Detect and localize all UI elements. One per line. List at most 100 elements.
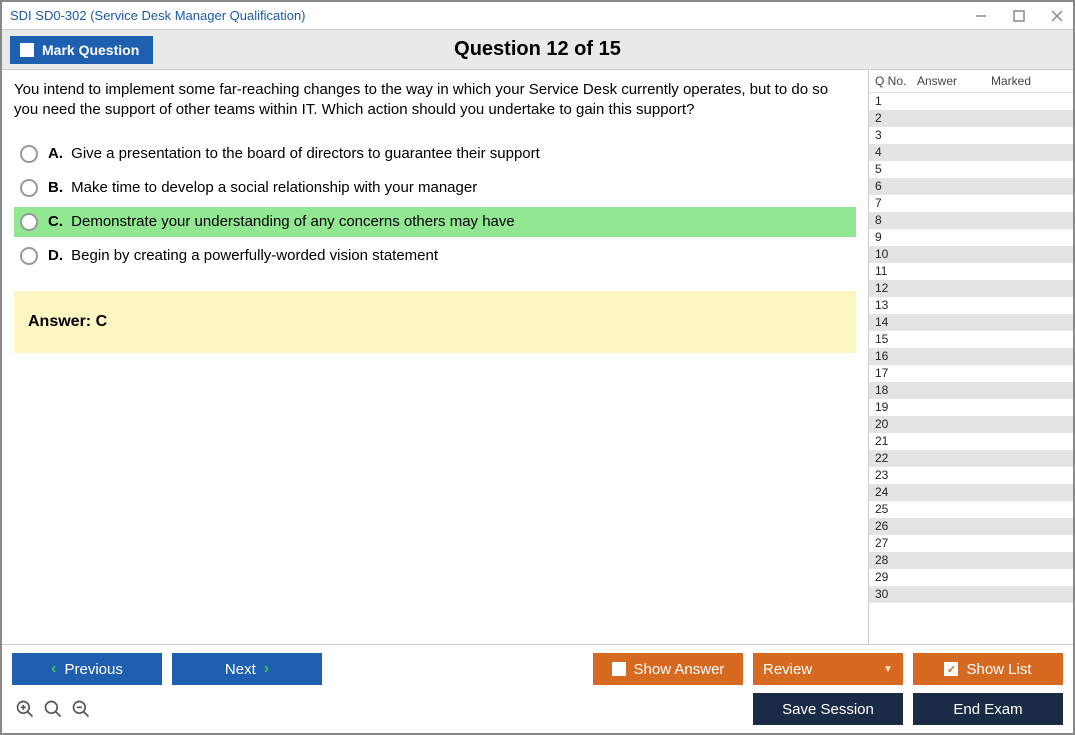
show-list-label: Show List [966, 661, 1031, 678]
question-row[interactable]: 4 [869, 144, 1073, 161]
show-answer-label: Show Answer [634, 661, 725, 678]
previous-label: Previous [64, 661, 122, 678]
checkbox-checked-icon: ✓ [944, 662, 958, 676]
main-area: You intend to implement some far-reachin… [2, 70, 1073, 644]
question-row[interactable]: 10 [869, 246, 1073, 263]
question-row[interactable]: 7 [869, 195, 1073, 212]
radio-icon [20, 179, 38, 197]
radio-icon [20, 247, 38, 265]
question-list[interactable]: 1234567891011121314151617181920212223242… [869, 93, 1073, 644]
option-d[interactable]: D. Begin by creating a powerfully-worded… [14, 241, 856, 271]
question-number: 16 [875, 348, 911, 365]
question-row[interactable]: 6 [869, 178, 1073, 195]
col-answer: Answer [917, 74, 991, 88]
option-b[interactable]: B. Make time to develop a social relatio… [14, 173, 856, 203]
question-row[interactable]: 23 [869, 467, 1073, 484]
zoom-toolbar [12, 698, 92, 720]
question-number: 11 [875, 263, 911, 280]
question-number: 7 [875, 195, 911, 212]
checkbox-icon [612, 662, 626, 676]
question-number: 9 [875, 229, 911, 246]
zoom-reset-icon[interactable] [42, 698, 64, 720]
end-exam-button[interactable]: End Exam [913, 693, 1063, 725]
question-number: 3 [875, 127, 911, 144]
question-row[interactable]: 20 [869, 416, 1073, 433]
mark-question-button[interactable]: Mark Question [10, 36, 153, 64]
chevron-right-icon: › [264, 660, 269, 678]
question-row[interactable]: 13 [869, 297, 1073, 314]
question-row[interactable]: 29 [869, 569, 1073, 586]
chevron-down-icon: ▼ [883, 664, 893, 675]
review-button[interactable]: Review ▼ [753, 653, 903, 685]
question-number: 12 [875, 280, 911, 297]
question-number: 14 [875, 314, 911, 331]
show-list-button[interactable]: ✓ Show List [913, 653, 1063, 685]
next-button[interactable]: Next › [172, 653, 322, 685]
option-letter: A. [48, 145, 63, 162]
question-row[interactable]: 3 [869, 127, 1073, 144]
question-number: 27 [875, 535, 911, 552]
option-text: A. Give a presentation to the board of d… [48, 145, 540, 162]
previous-button[interactable]: ‹ Previous [12, 653, 162, 685]
question-list-sidebar: Q No. Answer Marked 12345678910111213141… [868, 70, 1073, 644]
question-number: 21 [875, 433, 911, 450]
question-number: 19 [875, 399, 911, 416]
options-list: A. Give a presentation to the board of d… [14, 139, 856, 271]
show-answer-button[interactable]: Show Answer [593, 653, 743, 685]
question-row[interactable]: 22 [869, 450, 1073, 467]
zoom-out-icon[interactable] [70, 698, 92, 720]
question-number: 26 [875, 518, 911, 535]
question-number: 17 [875, 365, 911, 382]
question-row[interactable]: 24 [869, 484, 1073, 501]
question-row[interactable]: 28 [869, 552, 1073, 569]
question-number: 22 [875, 450, 911, 467]
question-row[interactable]: 21 [869, 433, 1073, 450]
window-title: SDI SD0-302 (Service Desk Manager Qualif… [10, 8, 306, 23]
question-row[interactable]: 16 [869, 348, 1073, 365]
question-number: 20 [875, 416, 911, 433]
question-row[interactable]: 1 [869, 93, 1073, 110]
question-number: 4 [875, 144, 911, 161]
close-icon[interactable] [1049, 8, 1065, 24]
zoom-in-icon[interactable] [14, 698, 36, 720]
end-exam-label: End Exam [953, 701, 1022, 718]
question-row[interactable]: 25 [869, 501, 1073, 518]
question-row[interactable]: 2 [869, 110, 1073, 127]
question-row[interactable]: 27 [869, 535, 1073, 552]
question-number: 28 [875, 552, 911, 569]
option-text: C. Demonstrate your understanding of any… [48, 213, 515, 230]
review-label: Review [763, 661, 812, 678]
question-row[interactable]: 9 [869, 229, 1073, 246]
save-session-label: Save Session [782, 701, 874, 718]
col-marked: Marked [991, 74, 1067, 88]
footer-row-2: Save Session End Exam [12, 693, 1063, 725]
question-row[interactable]: 8 [869, 212, 1073, 229]
question-row[interactable]: 19 [869, 399, 1073, 416]
next-label: Next [225, 661, 256, 678]
minimize-icon[interactable] [973, 8, 989, 24]
question-text: You intend to implement some far-reachin… [14, 80, 856, 121]
question-number: 13 [875, 297, 911, 314]
question-row[interactable]: 15 [869, 331, 1073, 348]
question-number: 25 [875, 501, 911, 518]
footer: ‹ Previous Next › Show Answer Review ▼ ✓… [2, 644, 1073, 733]
question-row[interactable]: 12 [869, 280, 1073, 297]
option-c[interactable]: C. Demonstrate your understanding of any… [14, 207, 856, 237]
question-row[interactable]: 17 [869, 365, 1073, 382]
question-row[interactable]: 26 [869, 518, 1073, 535]
question-row[interactable]: 11 [869, 263, 1073, 280]
question-row[interactable]: 5 [869, 161, 1073, 178]
option-a[interactable]: A. Give a presentation to the board of d… [14, 139, 856, 169]
save-session-button[interactable]: Save Session [753, 693, 903, 725]
header-bar: Mark Question Question 12 of 15 [2, 30, 1073, 70]
answer-box: Answer: C [14, 291, 856, 353]
question-row[interactable]: 14 [869, 314, 1073, 331]
maximize-icon[interactable] [1011, 8, 1027, 24]
question-number: 18 [875, 382, 911, 399]
radio-icon [20, 145, 38, 163]
question-row[interactable]: 18 [869, 382, 1073, 399]
question-number: 30 [875, 586, 911, 603]
answer-label: Answer: C [28, 313, 107, 330]
question-row[interactable]: 30 [869, 586, 1073, 603]
question-number: 10 [875, 246, 911, 263]
